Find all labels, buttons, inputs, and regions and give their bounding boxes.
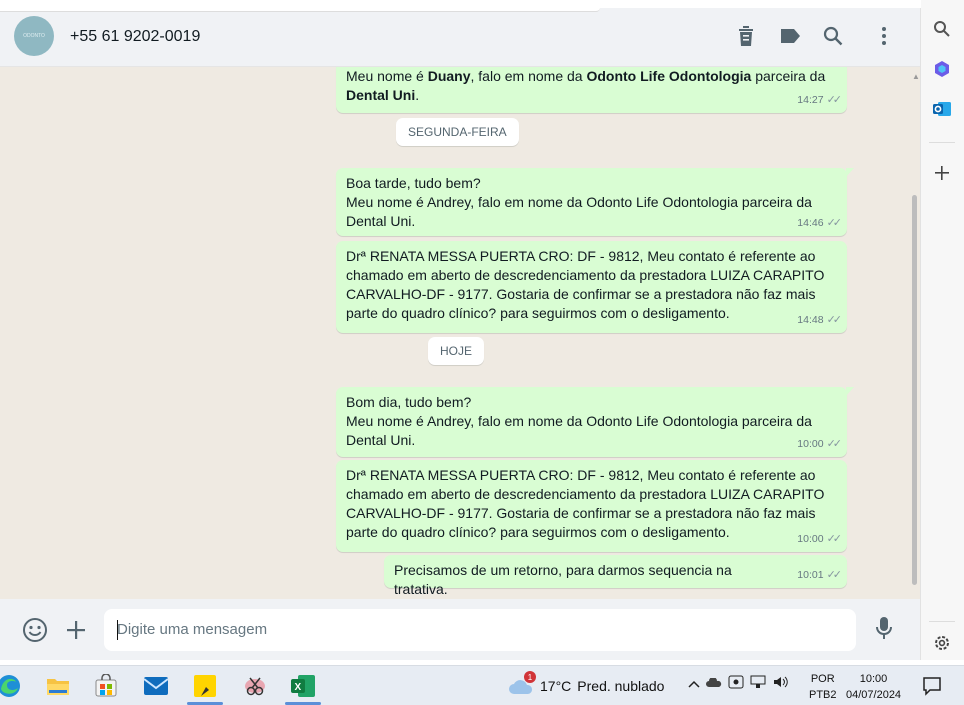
weather-badge: 1 [524,671,536,683]
message-line: Drª RENATA MESSA PUERTA CRO: DF - 9812, … [346,248,816,264]
message-line: Meu nome é Andrey, falo em nome da Odont… [346,194,812,210]
notification-icon[interactable] [922,676,942,701]
message-text: Drª RENATA MESSA PUERTA CRO: DF - 9812, … [346,247,837,323]
message-text: Boa tarde, tudo bem? Meu nome é Andrey, f… [346,174,837,231]
message-time: 10:00 ✓✓ [797,435,843,454]
label-icon[interactable] [778,24,802,48]
excel-icon[interactable]: X [288,671,318,701]
message-line: Bom dia, tudo bem? [346,394,472,410]
date-separator: SEGUNDA-FEIRA [396,118,519,146]
weather-temp: 17°C [540,678,572,694]
message-line: Precisamos de um retorno, para darmos se… [394,562,732,597]
copilot-icon[interactable] [931,58,953,80]
chat-header: ODONTO +55 61 9202-0019 [0,8,920,67]
clock-date: 04/07/2024 [846,689,902,701]
delete-icon[interactable] [734,24,758,48]
weather-widget[interactable]: 1 17°C Pred. nublado [508,671,665,696]
message-bubble[interactable]: Meu nome é Duany, falo em nome da Odonto… [336,67,847,113]
message-input[interactable]: Digite uma mensagem [104,609,856,651]
message-bubble[interactable]: Boa tarde, tudo bem? Meu nome é Andrey, f… [336,168,854,236]
scrollbar-thumb[interactable] [912,195,917,585]
search-icon[interactable] [931,18,953,40]
message-line: Dental Uni. [346,213,416,229]
message-line: chamado em aberto de descredenciamento d… [346,486,825,502]
edge-icon[interactable] [0,671,24,701]
message-line: CARVALHO-DF - 9177. Gostaria de confirma… [346,286,816,302]
browser-sidebar [921,0,964,660]
message-time: 10:00 ✓✓ [797,530,843,549]
lang-line2: PTB2 [809,689,837,701]
contact-name[interactable]: +55 61 9202-0019 [70,28,200,46]
message-time: 14:48 ✓✓ [797,311,843,330]
cloud-icon: 1 [508,671,536,696]
message-list[interactable]: ▲ Meu nome é Duany, falo em nome da Odon… [0,67,920,599]
message-line: Drª RENATA MESSA PUERTA CRO: DF - 9812, … [346,467,816,483]
double-check-icon: ✓✓ [826,569,843,581]
message-text: Drª RENATA MESSA PUERTA CRO: DF - 9812, … [346,466,837,542]
add-icon[interactable] [931,162,953,184]
message-text: Precisamos de um retorno, para darmos se… [394,561,837,599]
sidebar-divider [929,142,955,143]
bubble-tail [846,387,854,396]
message-time: 14:27 ✓✓ [797,91,843,110]
emoji-icon[interactable] [22,617,48,648]
double-check-icon: ✓✓ [826,533,843,545]
message-bubble[interactable]: Bom dia, tudo bem? Meu nome é Andrey, fal… [336,387,854,457]
network-icon[interactable] [750,675,766,692]
message-line: Dental Uni. [346,432,416,448]
clock-time: 10:00 [859,673,888,685]
double-check-icon: ✓✓ [826,314,843,326]
sticky-notes-icon[interactable] [190,671,220,701]
avatar-text: ODONTO [23,33,45,39]
top-strip [0,8,600,12]
system-tray [688,675,788,692]
date-separator: HOJE [428,337,485,365]
settings-icon[interactable] [931,632,953,654]
outlook-icon[interactable] [931,98,953,120]
lang-line1: POR [810,673,835,685]
message-line: chamado em aberto de descredenciamento d… [346,267,825,283]
message-line: parte do quadro clínico? para seguirmos … [346,524,730,540]
message-line: Boa tarde, tudo bem? [346,175,481,191]
search-icon[interactable] [821,24,845,48]
message-line: parte do quadro clínico? para seguirmos … [346,305,730,321]
message-line: Meu nome é Andrey, falo em nome da Odont… [346,413,812,429]
language-indicator[interactable]: POR PTB2 [809,671,837,703]
message-time: 10:01 ✓✓ [797,566,843,585]
taskbar: X 1 17°C Pred. nublado POR PTB2 10:00 04… [0,665,964,705]
message-time: 14:46 ✓✓ [797,214,843,233]
message-bubble[interactable]: Drª RENATA MESSA PUERTA CRO: DF - 9812, … [336,241,847,333]
message-text: Bom dia, tudo bem? Meu nome é Andrey, fal… [346,393,837,450]
app-window: ODONTO +55 61 9202-0019 ▲ Meu nome é Dua… [0,0,964,705]
mail-icon[interactable] [141,671,171,701]
double-check-icon: ✓✓ [826,94,843,106]
security-icon[interactable] [728,675,744,692]
sidebar-divider [929,621,955,622]
message-text: Meu nome é Duany, falo em nome da Odonto… [346,68,826,103]
message-bubble[interactable]: Drª RENATA MESSA PUERTA CRO: DF - 9812, … [336,460,847,552]
scroll-up-icon[interactable]: ▲ [912,72,920,81]
attach-plus-icon[interactable] [65,619,87,646]
volume-icon[interactable] [772,675,788,692]
weather-desc: Pred. nublado [577,678,665,694]
double-check-icon: ✓✓ [826,217,843,229]
snipping-tool-icon[interactable] [240,671,270,701]
store-icon[interactable] [91,671,121,701]
compose-bar: Digite uma mensagem [0,599,920,660]
onedrive-icon[interactable] [706,676,722,691]
file-explorer-icon[interactable] [43,671,73,701]
chat-panel: ODONTO +55 61 9202-0019 ▲ Meu nome é Dua… [0,8,921,660]
message-bubble[interactable]: Precisamos de um retorno, para darmos se… [384,555,847,597]
svg-text:X: X [295,682,302,693]
menu-icon[interactable] [872,24,896,48]
microphone-icon[interactable] [874,616,894,647]
clock[interactable]: 10:00 04/07/2024 [846,671,901,703]
avatar[interactable]: ODONTO [14,16,54,56]
message-line: CARVALHO-DF - 9177. Gostaria de confirma… [346,505,816,521]
double-check-icon: ✓✓ [826,438,843,450]
bubble-tail [846,168,854,177]
chevron-up-icon[interactable] [688,676,700,691]
